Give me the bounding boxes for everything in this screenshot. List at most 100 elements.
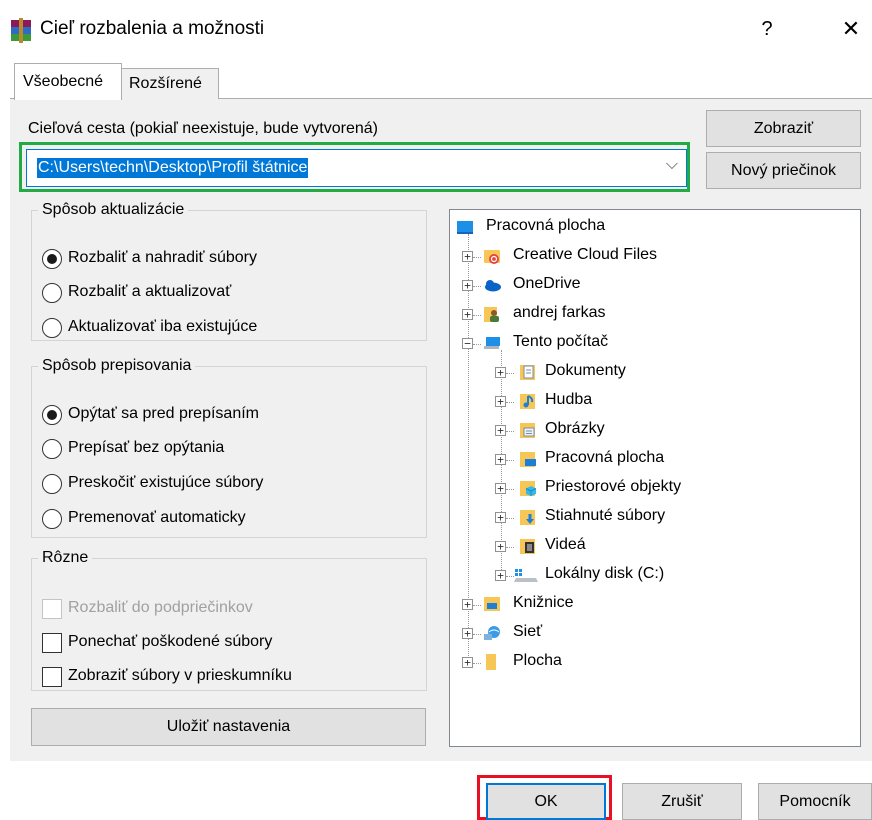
expand-plus-icon[interactable]: + xyxy=(495,541,506,552)
tree-connector xyxy=(506,489,514,490)
expand-plus-icon[interactable]: + xyxy=(462,628,473,639)
expand-plus-icon[interactable]: + xyxy=(462,657,473,668)
checkbox-label: Zobraziť súbory v prieskumníku xyxy=(68,667,292,684)
radio-label: Premenovať automaticky xyxy=(68,509,246,526)
tree-connector xyxy=(506,547,514,548)
overwrite-mode-group: Spôsob prepisovania Opýtať sa pred prepí… xyxy=(31,357,427,538)
music-folder-icon xyxy=(520,394,535,409)
expand-plus-icon[interactable]: + xyxy=(495,425,506,436)
tree-item-label: Dokumenty xyxy=(545,362,626,379)
destination-path-combobox[interactable]: C:\Users\techn\Desktop\Profil štátnice ⌵ xyxy=(26,149,687,187)
expand-plus-icon[interactable]: + xyxy=(462,251,473,262)
computer-icon xyxy=(484,337,500,349)
tree-connector xyxy=(506,460,514,461)
onedrive-icon xyxy=(485,280,501,292)
checkbox-label: Rozbaliť do podpriečinkov xyxy=(68,599,253,616)
user-folder-icon xyxy=(484,307,499,322)
radio-button[interactable] xyxy=(42,439,62,459)
radio-button[interactable] xyxy=(42,283,62,303)
tree-connector xyxy=(473,634,481,635)
tree-item-label: Sieť xyxy=(513,623,543,640)
checkbox-label: Ponechať poškodené súbory xyxy=(68,633,273,650)
3d-objects-folder-icon xyxy=(520,481,537,496)
expand-plus-icon[interactable]: + xyxy=(495,367,506,378)
creative-cloud-icon xyxy=(484,250,500,264)
documents-folder-icon xyxy=(520,365,535,380)
new-folder-button[interactable]: Nový priečinok xyxy=(706,152,861,189)
downloads-folder-icon xyxy=(520,510,535,525)
tree-item-label: Obrázky xyxy=(545,420,605,437)
radio-label: Opýtať sa pred prepísaním xyxy=(68,405,259,422)
expand-plus-icon[interactable]: + xyxy=(495,483,506,494)
expand-plus-icon[interactable]: + xyxy=(495,570,506,581)
tree-connector xyxy=(473,286,481,287)
tree-item-label: Creative Cloud Files xyxy=(513,246,658,263)
update-mode-group: Spôsob aktualizácie Rozbaliť a nahradiť … xyxy=(31,201,427,341)
tree-item-label: Tento počítač xyxy=(513,333,609,350)
expand-plus-icon[interactable]: + xyxy=(495,396,506,407)
cancel-button[interactable]: Zrušiť xyxy=(622,783,742,820)
pictures-folder-icon xyxy=(520,423,535,438)
checkbox[interactable] xyxy=(42,667,62,687)
ok-button[interactable]: OK xyxy=(486,783,606,820)
tree-connector xyxy=(473,315,481,316)
radio-button[interactable] xyxy=(42,318,62,338)
close-icon[interactable]: ✕ xyxy=(834,13,868,45)
tree-item-label: Pracovná plocha xyxy=(486,217,606,234)
help-title-button[interactable]: ? xyxy=(752,13,782,45)
tab-advanced[interactable]: Rozšírené xyxy=(121,68,219,99)
checkbox xyxy=(42,599,62,619)
expand-plus-icon[interactable]: + xyxy=(462,309,473,320)
title-bar: Cieľ rozbalenia a možnosti ? ✕ xyxy=(0,0,872,60)
expand-plus-icon[interactable]: + xyxy=(495,454,506,465)
network-icon xyxy=(484,626,500,640)
winrar-app-icon xyxy=(11,18,31,43)
radio-label: Rozbaliť a aktualizovať xyxy=(68,283,232,300)
tree-item-label: Knižnice xyxy=(513,594,574,611)
checkbox[interactable] xyxy=(42,633,62,653)
tree-item-label: OneDrive xyxy=(513,275,581,292)
desktop-folder-icon xyxy=(520,452,536,467)
desktop-icon xyxy=(457,221,473,234)
tree-connector xyxy=(506,518,514,519)
tree-connector xyxy=(506,402,514,403)
tab-general[interactable]: Všeobecné xyxy=(14,63,122,100)
destination-path-value: C:\Users\techn\Desktop\Profil štátnice xyxy=(37,158,309,178)
radio-button[interactable] xyxy=(42,509,62,529)
tree-connector xyxy=(506,431,514,432)
tab-advanced-label: Rozšírené xyxy=(129,75,202,92)
expand-plus-icon[interactable]: + xyxy=(462,599,473,610)
collapse-minus-icon[interactable]: − xyxy=(462,338,473,349)
radio-label: Prepísať bez opýtania xyxy=(68,439,225,456)
tree-connector xyxy=(473,605,481,606)
tree-item-label: Videá xyxy=(545,536,586,553)
tree-connector xyxy=(473,663,481,664)
radio-button[interactable] xyxy=(42,405,62,425)
window-title: Cieľ rozbalenia a možnosti xyxy=(40,18,265,39)
folder-icon xyxy=(486,654,496,670)
radio-button[interactable] xyxy=(42,249,62,269)
expand-plus-icon[interactable]: + xyxy=(495,512,506,523)
radio-button[interactable] xyxy=(42,474,62,494)
help-button[interactable]: Pomocník xyxy=(758,783,872,820)
tree-connector xyxy=(506,373,514,374)
tree-item-label: Priestorové objekty xyxy=(545,478,682,495)
destination-path-label: Cieľová cesta (pokiaľ neexistuje, bude v… xyxy=(28,120,378,137)
show-button[interactable]: Zobraziť xyxy=(706,110,861,147)
expand-plus-icon[interactable]: + xyxy=(462,280,473,291)
tree-item-label: andrej farkas xyxy=(513,304,606,321)
tree-item-label: Hudba xyxy=(545,391,593,408)
tab-general-label: Všeobecné xyxy=(23,73,104,90)
radio-label: Aktualizovať iba existujúce xyxy=(68,318,258,335)
tree-item-label: Lokálny disk (C:) xyxy=(545,565,665,582)
misc-title: Rôzne xyxy=(42,549,89,566)
chevron-down-icon[interactable]: ⌵ xyxy=(666,156,678,174)
overwrite-mode-title: Spôsob prepisovania xyxy=(42,357,192,374)
tree-item-label: Stiahnuté súbory xyxy=(545,507,666,524)
tree-connector xyxy=(473,257,481,258)
tree-item-label: Pracovná plocha xyxy=(545,449,665,466)
save-settings-button[interactable]: Uložiť nastavenia xyxy=(31,708,426,746)
folder-tree[interactable]: Pracovná plocha + Creative Cloud Files +… xyxy=(449,209,861,747)
tree-item-label: Plocha xyxy=(513,652,562,669)
radio-label: Rozbaliť a nahradiť súbory xyxy=(68,249,257,266)
